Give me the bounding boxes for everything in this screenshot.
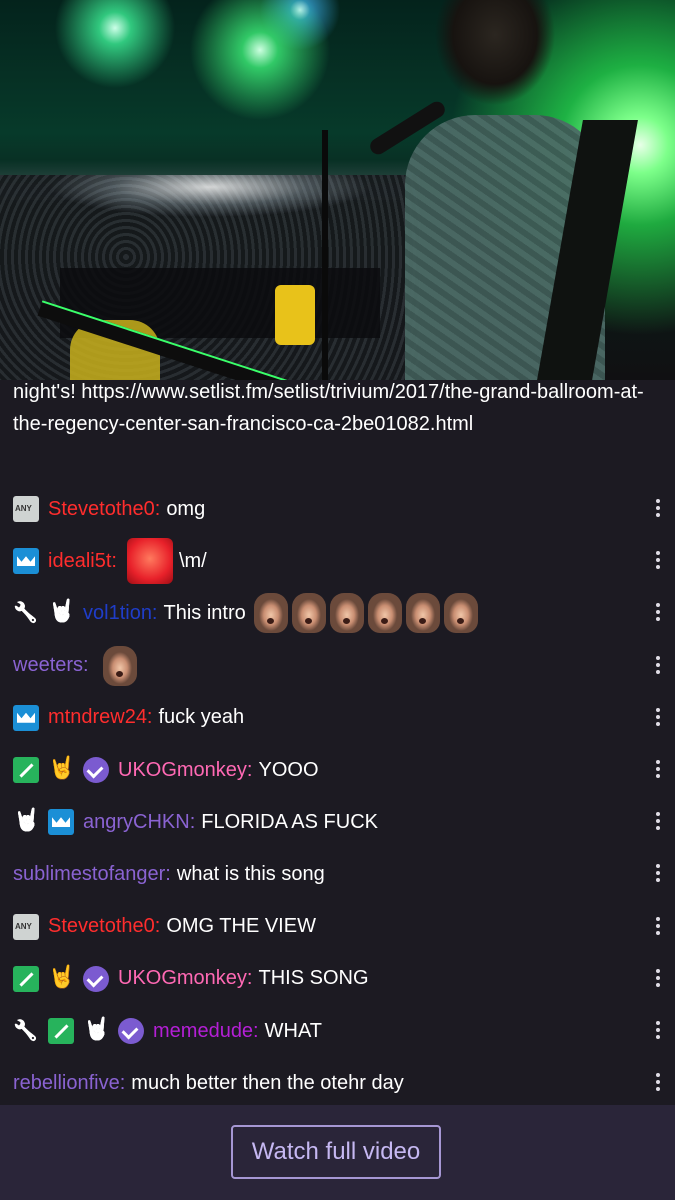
- chat-replay: night's! https://www.setlist.fm/setlist/…: [0, 380, 675, 1105]
- wrench-icon[interactable]: [13, 600, 39, 626]
- chat-message: UKOGmonkey: YOOO: [13, 750, 633, 790]
- watch-full-video-button[interactable]: Watch full video: [231, 1125, 441, 1179]
- crown-icon[interactable]: [13, 548, 39, 575]
- video-player[interactable]: [0, 0, 675, 380]
- chat-text: what is this song: [176, 862, 325, 885]
- any-badge-icon[interactable]: [13, 496, 39, 522]
- crown-icon[interactable]: [13, 704, 39, 731]
- chat-message: mtndrew24: fuck yeah: [13, 698, 633, 738]
- chat-message: angryCHKN: FLORIDA AS FUCK: [13, 802, 633, 842]
- more-options-icon[interactable]: [655, 967, 661, 991]
- footer-bar: Watch full video: [0, 1105, 675, 1200]
- chat-username[interactable]: memedude:: [153, 1020, 259, 1043]
- chat-username[interactable]: sublimestofanger:: [13, 863, 171, 886]
- face-emote-icon: [291, 593, 326, 634]
- chat-username[interactable]: UKOGmonkey:: [118, 967, 252, 990]
- chat-text: FLORIDA AS FUCK: [201, 810, 378, 833]
- chat-text: fuck yeah: [158, 706, 245, 729]
- verified-icon[interactable]: [83, 757, 109, 783]
- chat-intro-text: night's! https://www.setlist.fm/setlist/…: [13, 381, 644, 435]
- more-options-icon[interactable]: [655, 758, 661, 782]
- face-emote-icon: [329, 593, 364, 634]
- chat-text: OMG THE VIEW: [166, 915, 316, 938]
- more-options-icon[interactable]: [655, 601, 661, 625]
- more-options-icon[interactable]: [655, 862, 661, 886]
- chat-message: vol1tion:This intro: [13, 593, 633, 634]
- face-emote-icon: [367, 593, 402, 634]
- chat-username[interactable]: rebellionfive:: [13, 1072, 125, 1095]
- chat-text: YOOO: [258, 758, 319, 781]
- sword-icon[interactable]: [48, 1018, 74, 1044]
- wrench-icon[interactable]: [13, 1018, 39, 1044]
- chat-username[interactable]: Stevetothe0:: [48, 498, 160, 521]
- more-options-icon[interactable]: [655, 549, 661, 573]
- chat-text: much better then the otehr day: [131, 1071, 404, 1094]
- chat-message: ideali5t: \m/: [13, 538, 633, 585]
- chat-message: sublimestofanger: what is this song: [13, 854, 633, 894]
- chat-message: UKOGmonkey: THIS SONG: [13, 959, 633, 999]
- sword-icon[interactable]: [13, 965, 39, 992]
- crown-icon[interactable]: [48, 809, 74, 836]
- chat-message: Stevetothe0: OMG THE VIEW: [13, 907, 633, 947]
- face-emote-icon: [102, 645, 137, 686]
- more-options-icon[interactable]: [655, 915, 661, 939]
- chat-message: rebellionfive: much better then the otehr…: [13, 1063, 633, 1103]
- chat-message: Stevetothe0: omg: [13, 489, 633, 529]
- chat-username[interactable]: Stevetothe0:: [48, 915, 160, 938]
- more-options-icon[interactable]: [655, 810, 661, 834]
- horns-icon[interactable]: [83, 1018, 109, 1044]
- chat-text: THIS SONG: [258, 967, 369, 990]
- chat-text: \m/: [178, 549, 207, 572]
- horns-icon[interactable]: [48, 964, 75, 992]
- chat-username[interactable]: weeters:: [13, 654, 89, 677]
- security-yellow-shirt: [275, 285, 315, 345]
- mic-stand: [322, 130, 328, 380]
- chat-username[interactable]: angryCHKN:: [83, 811, 195, 834]
- verified-icon[interactable]: [83, 965, 109, 992]
- face-emote-icon: [405, 593, 440, 634]
- horns-icon[interactable]: [13, 809, 39, 835]
- chat-username[interactable]: UKOGmonkey:: [118, 759, 252, 782]
- more-options-icon[interactable]: [655, 654, 661, 678]
- any-badge-icon[interactable]: [13, 913, 39, 940]
- chat-username[interactable]: vol1tion:: [83, 602, 158, 625]
- chat-username[interactable]: mtndrew24:: [48, 706, 153, 729]
- dog-emote-icon: [126, 538, 173, 585]
- horns-icon[interactable]: [48, 755, 75, 783]
- horns-icon[interactable]: [48, 600, 74, 626]
- chat-text: This intro: [163, 601, 246, 624]
- more-options-icon[interactable]: [655, 1071, 661, 1095]
- verified-icon[interactable]: [118, 1018, 144, 1044]
- more-options-icon[interactable]: [655, 497, 661, 521]
- face-emote-icon: [443, 593, 478, 634]
- more-options-icon[interactable]: [655, 1019, 661, 1043]
- chat-username[interactable]: ideali5t:: [48, 550, 117, 573]
- sword-icon[interactable]: [13, 757, 39, 783]
- face-emote-icon: [253, 593, 288, 634]
- chat-text: omg: [166, 497, 206, 520]
- chat-text: WHAT: [264, 1019, 323, 1042]
- chat-message: memedude:WHAT: [13, 1011, 633, 1051]
- more-options-icon[interactable]: [655, 706, 661, 730]
- chat-message: weeters:: [13, 645, 633, 686]
